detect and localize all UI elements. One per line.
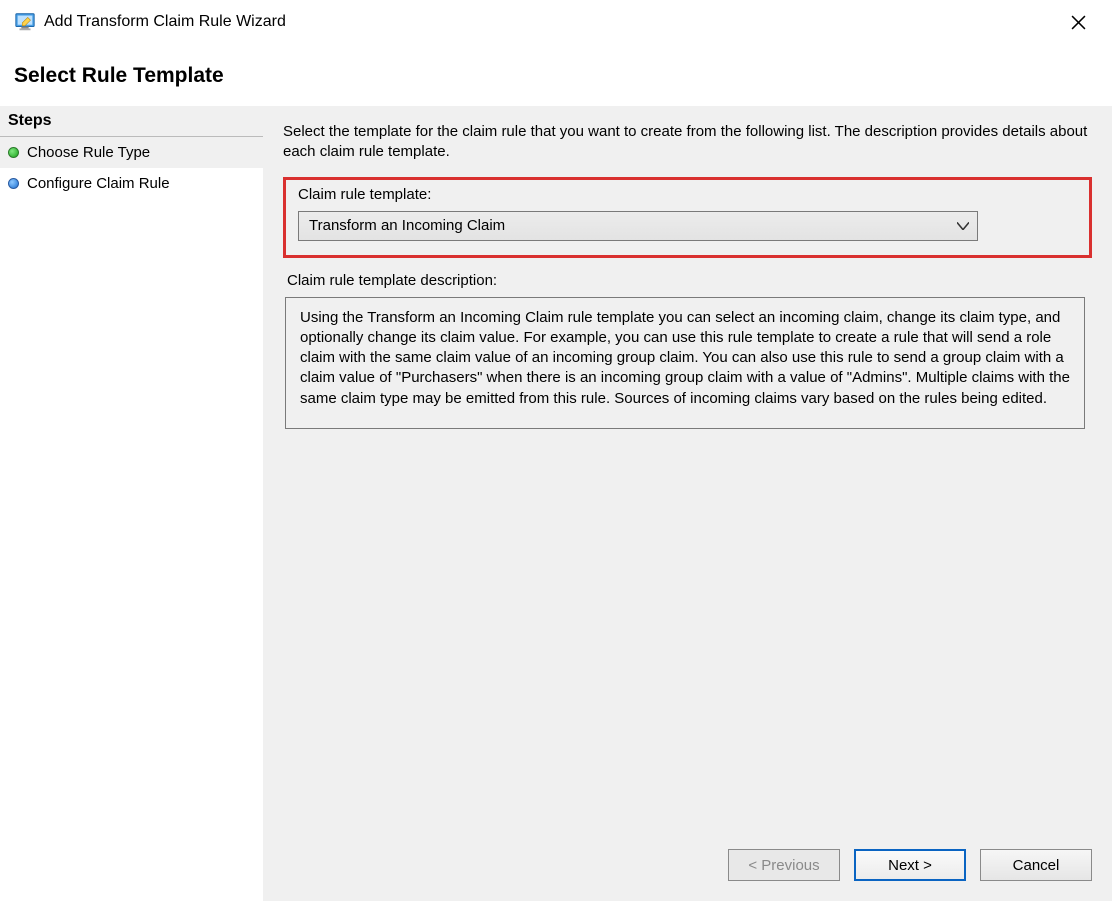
- chevron-down-icon: [957, 219, 969, 233]
- next-button[interactable]: Next >: [854, 849, 966, 881]
- description-label: Claim rule template description:: [287, 272, 1092, 289]
- steps-sidebar: Steps Choose Rule Type Configure Claim R…: [0, 106, 263, 901]
- wizard-icon: [14, 11, 36, 33]
- page-title: Select Rule Template: [14, 64, 1098, 88]
- description-box: Using the Transform an Incoming Claim ru…: [285, 297, 1085, 429]
- step-label: Configure Claim Rule: [27, 175, 170, 192]
- step-choose-rule-type[interactable]: Choose Rule Type: [0, 137, 263, 168]
- template-label: Claim rule template:: [298, 186, 1077, 203]
- dropdown-selected-value: Transform an Incoming Claim: [309, 217, 505, 234]
- step-bullet-completed-icon: [8, 147, 19, 158]
- title-bar: Add Transform Claim Rule Wizard: [0, 0, 1112, 40]
- wizard-body: Steps Choose Rule Type Configure Claim R…: [0, 106, 1112, 901]
- step-label: Choose Rule Type: [27, 144, 150, 161]
- steps-heading: Steps: [0, 106, 263, 137]
- page-header: Select Rule Template: [0, 40, 1112, 106]
- window-title: Add Transform Claim Rule Wizard: [44, 13, 1058, 31]
- cancel-button[interactable]: Cancel: [980, 849, 1092, 881]
- main-content: Select the template for the claim rule t…: [263, 106, 1112, 835]
- close-icon: [1071, 15, 1086, 30]
- previous-button: < Previous: [728, 849, 840, 881]
- wizard-window: Add Transform Claim Rule Wizard Select R…: [0, 0, 1112, 901]
- step-configure-claim-rule[interactable]: Configure Claim Rule: [0, 168, 263, 199]
- intro-text: Select the template for the claim rule t…: [283, 122, 1092, 163]
- main-panel: Select the template for the claim rule t…: [263, 106, 1112, 901]
- claim-rule-template-dropdown[interactable]: Transform an Incoming Claim: [298, 211, 978, 241]
- wizard-footer: < Previous Next > Cancel: [263, 835, 1112, 901]
- close-button[interactable]: [1058, 7, 1098, 37]
- template-highlight-box: Claim rule template: Transform an Incomi…: [283, 177, 1092, 258]
- step-bullet-current-icon: [8, 178, 19, 189]
